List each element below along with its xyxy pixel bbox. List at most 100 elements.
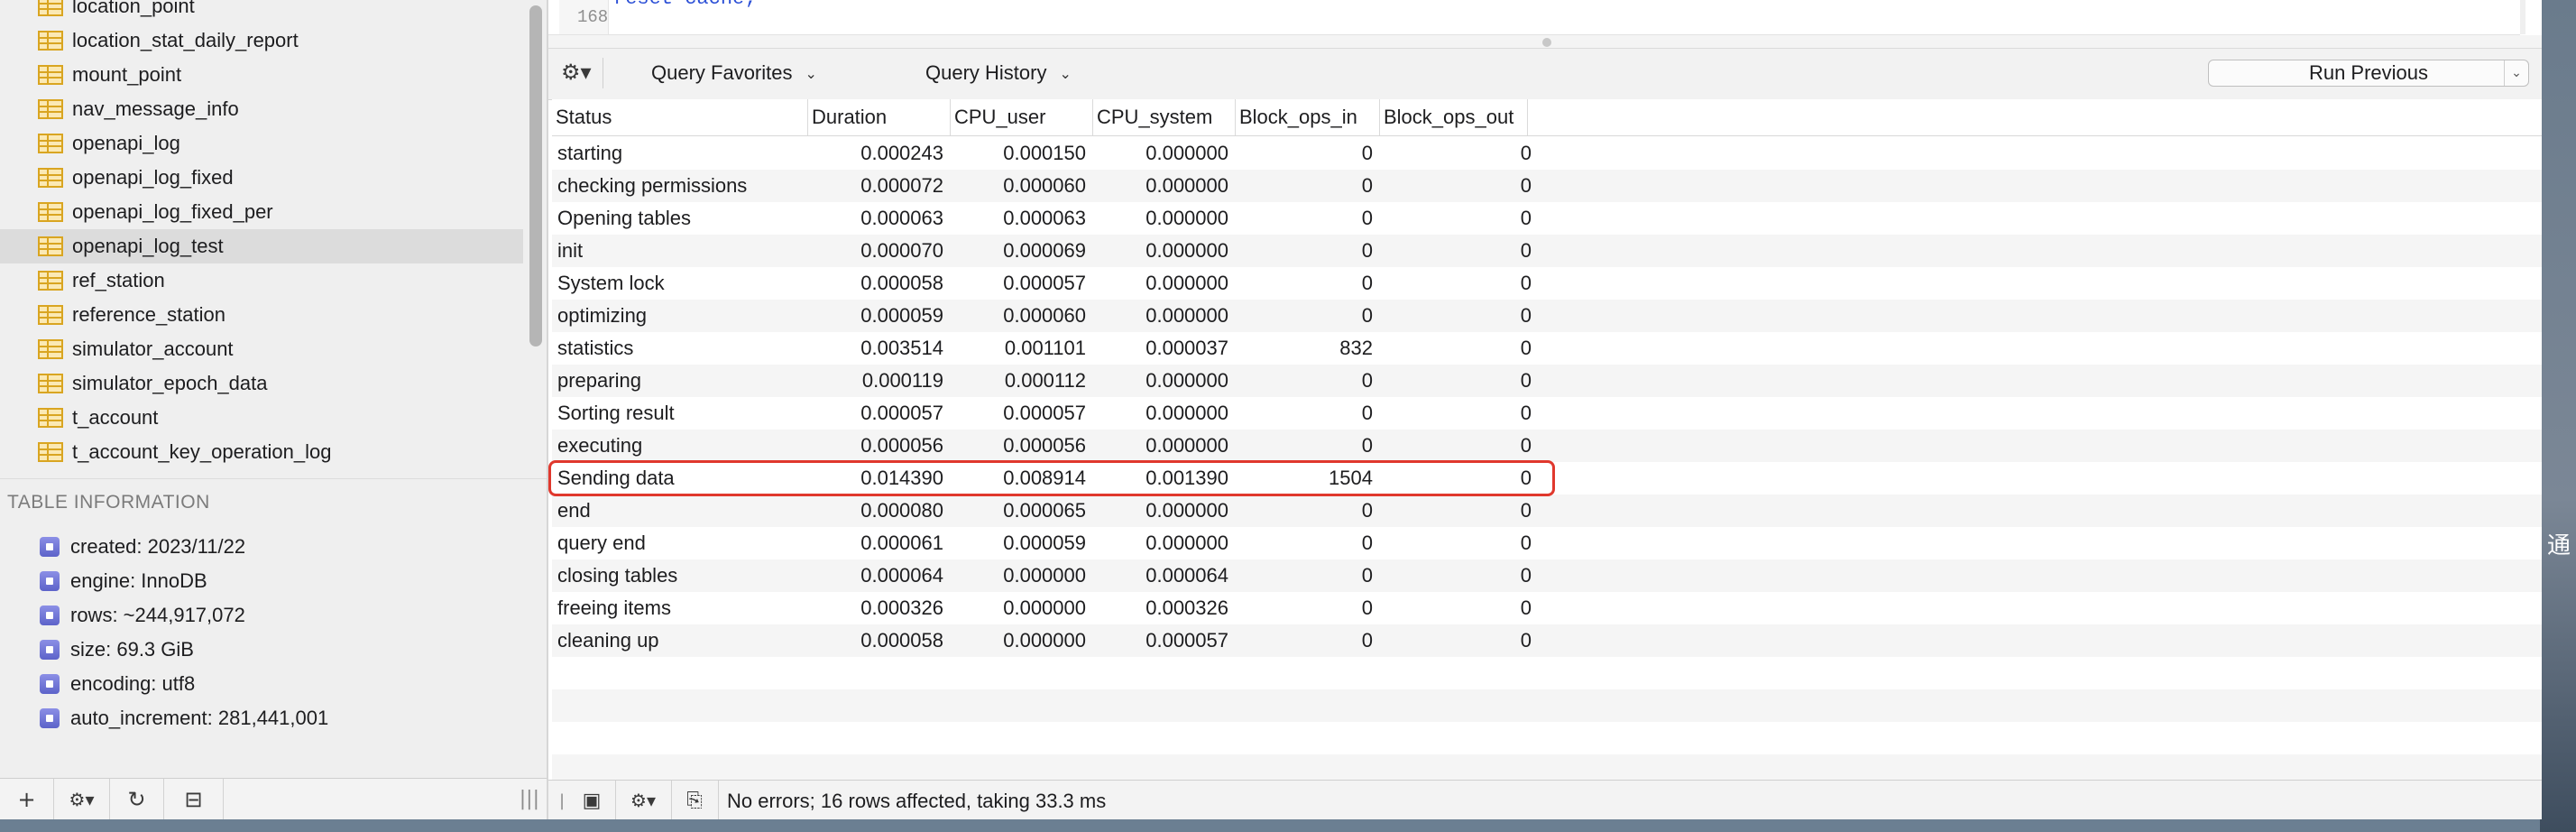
sidebar-scrollbar[interactable] [529, 5, 542, 347]
query-history-label: Query History [925, 61, 1047, 84]
cell-status: executing [557, 434, 643, 457]
code-line[interactable]: reset cache; [613, 0, 756, 10]
cell-block-ops-in: 832 [1339, 337, 1373, 359]
sidebar-table-item[interactable]: location_stat_daily_report [0, 23, 523, 58]
table-row[interactable]: checking permissions 0.000072 0.000060 0.00… [552, 170, 2542, 202]
table-row[interactable]: executing 0.000056 0.000056 0.000000 0 0 [552, 430, 2542, 462]
run-previous-dropdown-icon[interactable]: ⌄ [2504, 60, 2528, 86]
run-previous-label: Run Previous [2308, 61, 2429, 84]
table-row[interactable]: optimizing 0.000059 0.000060 0.000000 0 0 [552, 300, 2542, 332]
sidebar-table-label: t_account [72, 406, 159, 429]
cell-block-ops-in: 0 [1361, 402, 1373, 424]
cell-cpu-system: 0.000000 [1145, 434, 1228, 457]
table-row[interactable]: System lock 0.000058 0.000057 0.000000 0 0 [552, 267, 2542, 300]
table-row[interactable]: statistics 0.003514 0.001101 0.000037 832 0 [552, 332, 2542, 365]
status-message: No errors; 16 rows affected, taking 33.3… [727, 790, 1107, 812]
copy-results-icon[interactable]: ⎘ [671, 781, 719, 819]
splitter-handle-icon[interactable] [1542, 38, 1551, 47]
sidebar-table-item[interactable]: openapi_log [0, 126, 523, 161]
table-row[interactable]: end 0.000080 0.000065 0.000000 0 0 [552, 495, 2542, 527]
cell-block-ops-in: 0 [1361, 434, 1373, 457]
table-row[interactable]: starting 0.000243 0.000150 0.000000 0 0 [552, 137, 2542, 170]
sidebar-table-label: t_account_key_operation_log [72, 440, 332, 463]
query-favorites-label: Query Favorites [651, 61, 793, 84]
cell-block-ops-in: 0 [1361, 596, 1373, 619]
cell-block-ops-in: 0 [1361, 564, 1373, 587]
cell-duration: 0.000058 [860, 272, 943, 294]
table-info-label: engine: InnoDB [70, 569, 207, 592]
table-row[interactable]: Sorting result 0.000057 0.000057 0.000000 0 0 [552, 397, 2542, 430]
refresh-tables-button[interactable]: ↻ [110, 779, 164, 819]
filter-tables-button[interactable]: ⊟ [164, 779, 224, 819]
cell-cpu-user: 0.000000 [1003, 629, 1086, 652]
query-gear-menu-button[interactable]: ⚙▾ [561, 60, 592, 85]
results-header: Status Duration CPU_user CPU_system Block_op… [552, 99, 2542, 136]
cell-block-ops-in: 0 [1361, 207, 1373, 229]
desktop-background [2540, 0, 2576, 832]
table-row[interactable]: preparing 0.000119 0.000112 0.000000 0 0 [552, 365, 2542, 397]
sidebar-table-item[interactable]: nav_message_info [0, 92, 523, 126]
cell-block-ops-out: 0 [1520, 207, 1532, 229]
table-row[interactable]: Opening tables 0.000063 0.000063 0.000000 0 0 [552, 202, 2542, 235]
table-info-item: engine: InnoDB [40, 564, 328, 598]
cell-block-ops-out: 0 [1520, 402, 1532, 424]
column-header-cpu-user[interactable]: CPU_user [951, 99, 1093, 135]
sidebar: location_point location_stat_daily_report… [0, 0, 548, 819]
cell-block-ops-in: 0 [1361, 239, 1373, 262]
sidebar-table-item[interactable]: t_account_key_operation_log [0, 435, 523, 469]
cell-block-ops-out: 0 [1520, 174, 1532, 197]
sidebar-gear-menu-button[interactable]: ⚙▾ [54, 779, 110, 819]
sidebar-table-item[interactable]: openapi_log_fixed [0, 161, 523, 195]
sidebar-table-item[interactable]: reference_station [0, 298, 523, 332]
sidebar-table-item[interactable]: ref_station [0, 263, 523, 298]
table-info-label: auto_increment: 281,441,001 [70, 707, 329, 729]
cell-cpu-system: 0.000000 [1145, 304, 1228, 327]
table-row[interactable]: closing tables 0.000064 0.000000 0.000064 0 0 [552, 559, 2542, 592]
cell-duration: 0.000063 [860, 207, 943, 229]
add-table-button[interactable]: + [0, 779, 54, 819]
cell-block-ops-out: 0 [1520, 596, 1532, 619]
cell-block-ops-out: 0 [1520, 337, 1532, 359]
table-icon [38, 374, 63, 393]
column-header-block-ops-in[interactable]: Block_ops_in [1236, 99, 1380, 135]
column-header-duration[interactable]: Duration [808, 99, 951, 135]
property-icon [40, 640, 60, 660]
table-icon [38, 202, 63, 222]
run-previous-button[interactable]: Run Previous ⌄ [2208, 60, 2529, 87]
property-icon [40, 571, 60, 591]
sidebar-table-item[interactable]: location_point [0, 0, 523, 23]
results-gear-menu-button[interactable]: ⚙▾ [615, 781, 672, 819]
query-favorites-menu[interactable]: Query Favorites ⌄ [651, 61, 817, 85]
table-row[interactable]: freeing items 0.000326 0.000000 0.000326 0 0 [552, 592, 2542, 624]
property-icon [40, 708, 60, 728]
sidebar-table-item[interactable]: mount_point [0, 58, 523, 92]
sidebar-table-item[interactable]: openapi_log_fixed_per [0, 195, 523, 229]
toggle-panel-button[interactable]: ▣ [568, 781, 616, 819]
sidebar-table-label: location_stat_daily_report [72, 29, 299, 51]
table-icon [38, 31, 63, 51]
column-header-block-ops-out[interactable]: Block_ops_out [1380, 99, 1528, 135]
editor-results-splitter[interactable] [548, 35, 2542, 49]
query-editor[interactable]: 168 reset cache; [548, 0, 2525, 35]
table-info-label: created: 2023/11/22 [70, 535, 246, 558]
sidebar-table-label: openapi_log_test [72, 235, 224, 257]
column-header-cpu-system[interactable]: CPU_system [1093, 99, 1236, 135]
table-icon [38, 99, 63, 119]
query-history-menu[interactable]: Query History ⌄ [925, 61, 1072, 85]
cell-cpu-system: 0.000000 [1145, 532, 1228, 554]
empty-row [552, 657, 2542, 689]
table-row[interactable]: cleaning up 0.000058 0.000000 0.000057 0 0 [552, 624, 2542, 657]
sidebar-table-item[interactable]: t_account [0, 401, 523, 435]
sidebar-resize-grip-icon[interactable]: ||| [520, 788, 539, 810]
table-information-list: created: 2023/11/22 engine: InnoDB rows: ~… [40, 530, 328, 735]
sidebar-table-item[interactable]: simulator_account [0, 332, 523, 366]
sidebar-table-item[interactable]: openapi_log_test [0, 229, 523, 263]
cell-duration: 0.000080 [860, 499, 943, 522]
table-row[interactable]: query end 0.000061 0.000059 0.000000 0 0 [552, 527, 2542, 559]
sidebar-table-item[interactable]: simulator_epoch_data [0, 366, 523, 401]
cell-status: optimizing [557, 304, 648, 327]
column-header-status[interactable]: Status [552, 99, 808, 135]
cell-cpu-system: 0.000000 [1145, 369, 1228, 392]
cell-cpu-system: 0.000000 [1145, 239, 1228, 262]
table-row[interactable]: init 0.000070 0.000069 0.000000 0 0 [552, 235, 2542, 267]
